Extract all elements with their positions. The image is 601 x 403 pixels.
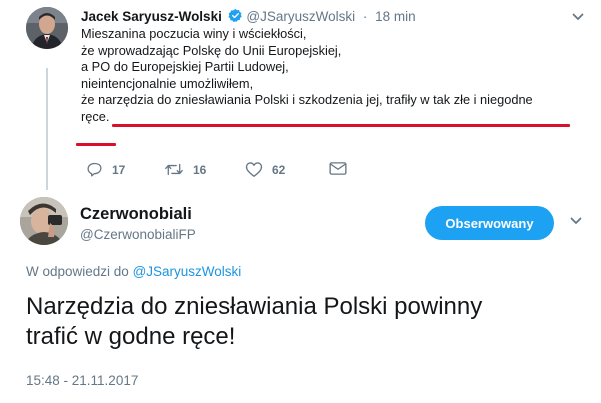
tweet-text-line: że wprowadzając Polskę do Unii Europejsk… [81,42,342,58]
main-tweet-text: Narzędzia do zniesławiania Polski powinn… [26,292,586,352]
retweet-icon [165,163,183,176]
tweet-text-line: a PO do Europejskiej Partii Ludowej, [81,59,289,74]
like-count: 62 [272,162,286,177]
separator-dot: · [362,9,368,24]
avatar-photo [20,197,68,245]
thread-connector-line [46,68,48,190]
avatar[interactable] [20,197,68,245]
reply-icon [87,162,102,177]
heart-icon [245,162,263,177]
avatar[interactable] [26,7,68,49]
chevron-down-icon[interactable] [570,216,582,226]
tweet-text-line: nieintencjonalnie umożliwiłem, [81,75,254,91]
red-highlight-underline [112,124,570,127]
tweet-timestamp[interactable]: 15:48 - 21.11.2017 [26,373,138,388]
direct-message-action[interactable] [329,161,347,176]
author-handle[interactable]: @JSaryuszWolski [246,9,355,24]
tweet-text-line: że narzędzia do zniesławiania Polski i s… [81,92,533,107]
like-action[interactable]: 62 [245,161,285,178]
parent-tweet-header: Jacek Saryusz-Wolski @JSaryuszWolski · 1… [81,8,416,26]
author-name[interactable]: Czerwonobiali [80,205,192,224]
retweet-count: 16 [193,162,207,177]
author-name[interactable]: Jacek Saryusz-Wolski [81,9,222,24]
chevron-down-icon[interactable] [572,12,584,22]
reply-action[interactable]: 17 [86,161,125,178]
red-highlight-underline [76,143,116,146]
tweet-text-line: trafić w godne ręce! [26,323,236,350]
following-button[interactable]: Obserwowany [425,206,554,240]
reply-context-label: W odpowiedzi do [26,264,129,279]
parent-tweet-text: Mieszanina poczucia winy i wściekłości, … [81,26,581,125]
verified-badge-icon [228,8,242,22]
tweet-text-line: ręce. [81,108,110,124]
retweet-action[interactable]: 16 [164,161,206,178]
reply-count: 17 [112,162,126,177]
tweet-text-line: Narzędzia do zniesławiania Polski powinn… [26,293,483,320]
reply-context: W odpowiedzi do @JSaryuszWolski [26,264,241,279]
tweet-text-line: Mieszanina poczucia winy i wściekłości, [81,26,307,41]
reply-to-link[interactable]: @JSaryuszWolski [133,264,242,279]
tweet-time[interactable]: 18 min [375,9,416,24]
author-handle[interactable]: @CzerwonobialiFP [80,227,196,242]
envelope-icon [329,162,347,175]
avatar-photo [26,7,68,49]
